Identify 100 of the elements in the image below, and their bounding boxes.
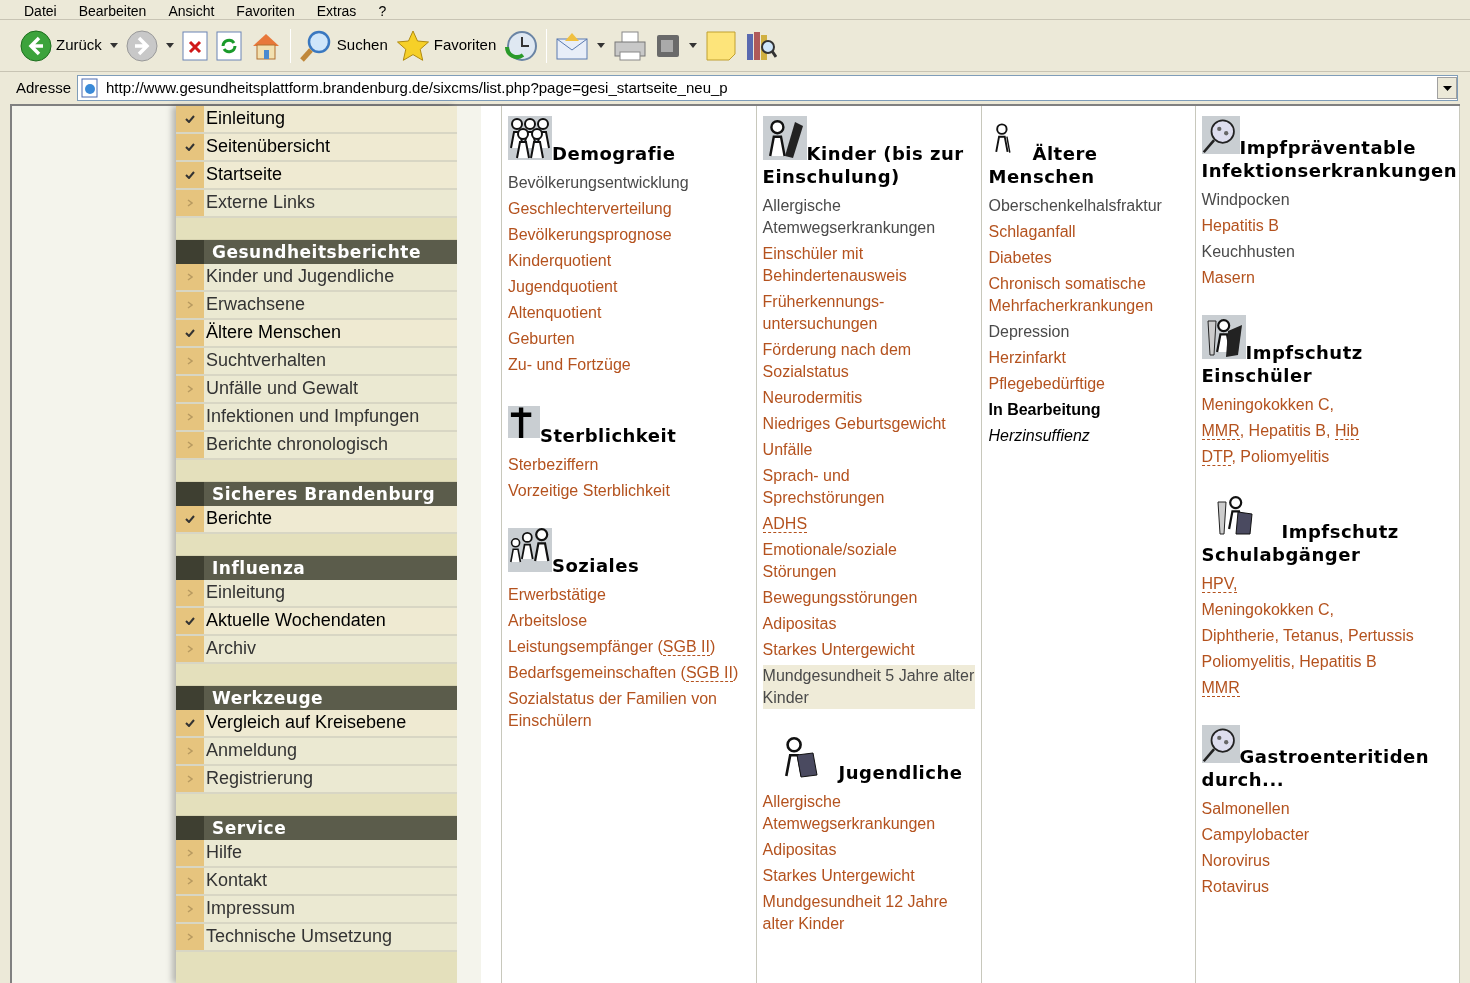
topic-link[interactable]: Emotionale/soziale Störungen	[762, 539, 975, 583]
topic-link[interactable]: Pflegebedürftige	[988, 373, 1105, 395]
topic-link[interactable]: Neurodermitis	[762, 387, 863, 409]
chevron-icon	[187, 589, 193, 597]
nav-item[interactable]: Einleitung	[176, 580, 457, 608]
chevron-icon	[187, 849, 193, 857]
nav-item[interactable]: Startseite	[176, 162, 457, 190]
topic-link[interactable]: HPV,	[1201, 573, 1238, 595]
section-heading: Impfpräventable Infektionserkrankungen	[1201, 137, 1458, 181]
topic-link[interactable]: Unfälle	[762, 439, 813, 461]
topic-link[interactable]: Sterbeziffern	[508, 454, 599, 476]
sticky-note-icon	[705, 29, 738, 62]
topic-link[interactable]: MMR, Hepatitis B, Hib	[1201, 420, 1359, 442]
topic-link[interactable]: Früherkennungs-untersuchungen	[762, 291, 975, 335]
topic-link[interactable]: Allergische Atemwegserkrankungen	[762, 791, 975, 835]
topic-link[interactable]: Mundgesundheit 12 Jahre alter Kinder	[762, 891, 975, 935]
nav-item[interactable]: Unfälle und Gewalt	[176, 376, 457, 404]
back-button[interactable]: Zurück	[16, 25, 106, 66]
chevron-icon	[187, 775, 193, 783]
dropdown-caret-icon[interactable]	[109, 43, 118, 48]
topic-link[interactable]: Bedarfsgemeinschaften (SGB II)	[508, 662, 739, 684]
nav-item[interactable]: Registrierung	[176, 766, 457, 794]
topic-link[interactable]: Poliomyelitis, Hepatitis B	[1201, 651, 1377, 673]
menu-item[interactable]: Ansicht	[168, 3, 215, 19]
topic-link[interactable]: Diphtherie, Tetanus, Pertussis	[1201, 625, 1414, 647]
nav-section-header: Werkzeuge	[176, 686, 457, 710]
dropdown-caret-icon[interactable]	[597, 43, 606, 48]
topic-link[interactable]: Chronisch somatische Mehrfacherkrankungen	[988, 273, 1189, 317]
topic-link[interactable]: Meningokokken C,	[1201, 394, 1334, 416]
topic-link[interactable]: Altenquotient	[508, 302, 602, 324]
nav-item[interactable]: Technische Umsetzung	[176, 924, 457, 952]
topic-link[interactable]: Vorzeitige Sterblichkeit	[508, 480, 670, 502]
nav-item[interactable]: Hilfe	[176, 840, 457, 868]
nav-item[interactable]: Externe Links	[176, 190, 457, 218]
nav-item[interactable]: Ältere Menschen	[176, 320, 457, 348]
topic-link[interactable]: Schlaganfall	[988, 221, 1076, 243]
topic-link[interactable]: Sprach- und Sprechstörungen	[762, 465, 975, 509]
menu-item[interactable]: ?	[378, 3, 387, 19]
books-magnifier-icon	[745, 29, 778, 62]
dropdown-caret-icon[interactable]	[689, 43, 698, 48]
nav-item[interactable]: Seitenübersicht	[176, 134, 457, 162]
nav-item[interactable]: Berichte chronologisch	[176, 432, 457, 460]
topic-link[interactable]: Starkes Untergewicht	[762, 865, 915, 887]
topic-link[interactable]: Masern	[1201, 267, 1255, 289]
nav-item[interactable]: Archiv	[176, 636, 457, 664]
topic-link[interactable]: Geburten	[508, 328, 575, 350]
clock-icon	[504, 28, 539, 63]
chevron-icon	[187, 933, 193, 941]
topic-link[interactable]: Zu- und Fortzüge	[508, 354, 631, 376]
chevron-icon	[187, 301, 193, 309]
topic-link[interactable]: MMR	[1201, 677, 1240, 699]
address-field[interactable]: http://www.gesundheitsplattform.brandenburg.de/sixcms/list.php?page=gesi_startseite_neu_p	[77, 75, 1458, 101]
nav-item[interactable]: Vergleich auf Kreisebene	[176, 710, 457, 738]
topic-link[interactable]: Jugendquotient	[508, 276, 618, 298]
topic-link[interactable]: Kinderquotient	[508, 250, 612, 272]
section-heading: Demografie	[552, 143, 676, 164]
topic-link[interactable]: Herzinfarkt	[988, 347, 1066, 369]
topic-link[interactable]: Rotavirus	[1201, 876, 1270, 898]
topic-link[interactable]: Campylobacter	[1201, 824, 1310, 846]
topic-link[interactable]: Adipositas	[762, 839, 837, 861]
topic-link[interactable]: Norovirus	[1201, 850, 1270, 872]
topic-link[interactable]: Leistungsempfänger (SGB II)	[508, 636, 716, 658]
nav-item[interactable]: Infektionen und Impfungen	[176, 404, 457, 432]
favorites-button[interactable]: Favoriten	[391, 25, 501, 66]
menu-item[interactable]: Bearbeiten	[78, 3, 147, 19]
topic-link[interactable]: DTP, Poliomyelitis	[1201, 446, 1330, 468]
topic-link[interactable]: Salmonellen	[1201, 798, 1290, 820]
nav-item[interactable]: Berichte	[176, 506, 457, 534]
nav-item[interactable]: Erwachsene	[176, 292, 457, 320]
topic-link[interactable]: Starkes Untergewicht	[762, 639, 915, 661]
topic-link[interactable]: Bevölkerungsprognose	[508, 224, 672, 246]
note-text: Herzinsuffienz	[988, 426, 1091, 446]
menu-item[interactable]: Favoriten	[236, 3, 295, 19]
nav-item[interactable]: Einleitung	[176, 106, 457, 134]
topic-link[interactable]: Hepatitis B	[1201, 215, 1279, 237]
nav-item[interactable]: Suchtverhalten	[176, 348, 457, 376]
topic-link[interactable]: Adipositas	[762, 613, 837, 635]
nav-item[interactable]: Kontakt	[176, 868, 457, 896]
menu-item[interactable]: Datei	[24, 3, 57, 19]
topic-link[interactable]: Sozialstatus der Familien von Einschülern	[508, 688, 750, 732]
topic-link[interactable]: Einschüler mit Behindertenausweis	[762, 243, 975, 287]
topic-link[interactable]: Geschlechterverteilung	[508, 198, 672, 220]
topic-link[interactable]: Bewegungsstörungen	[762, 587, 918, 609]
search-button[interactable]: Suchen	[294, 25, 392, 66]
topic-link[interactable]: Niedriges Geburtsgewicht	[762, 413, 946, 435]
topic-link[interactable]: Arbeitslose	[508, 610, 588, 632]
menu-item[interactable]: Extras	[316, 3, 357, 19]
topic-link[interactable]: Diabetes	[988, 247, 1052, 269]
dropdown-button[interactable]	[1437, 77, 1457, 99]
search-icon	[298, 28, 333, 63]
section-heading: Kinder (bis zur Einschulung)	[762, 143, 964, 187]
dropdown-caret-icon[interactable]	[165, 43, 174, 48]
topic-link[interactable]: Meningokokken C,	[1201, 599, 1334, 621]
topic-link[interactable]: ADHS	[762, 513, 808, 535]
topic-link[interactable]: Erwerbstätige	[508, 584, 606, 606]
nav-item[interactable]: Anmeldung	[176, 738, 457, 766]
topic-link[interactable]: Förderung nach dem Sozialstatus	[762, 339, 975, 383]
nav-item[interactable]: Aktuelle Wochendaten	[176, 608, 457, 636]
nav-item[interactable]: Kinder und Jugendliche	[176, 264, 457, 292]
nav-item[interactable]: Impressum	[176, 896, 457, 924]
